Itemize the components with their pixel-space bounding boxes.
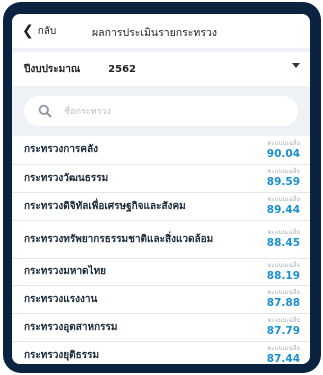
back-label: กลับ <box>37 25 57 37</box>
score-caption: คะแนนเฉลี่ย <box>267 196 300 203</box>
score-caption: คะแนนเฉลี่ย <box>267 261 300 269</box>
caret-down-icon <box>292 63 300 68</box>
ministry-name: กระทรวงแรงงาน <box>24 293 98 305</box>
fiscal-year-value: 2562 <box>108 63 136 75</box>
score-value: 88.19 <box>266 269 300 282</box>
ministry-name: กระทรวงการคลัง <box>24 144 98 155</box>
ministry-name: กระทรวงมหาดไทย <box>24 266 107 277</box>
ministry-list: กระทรวงการคลัง คะแนนเฉลี่ย 90.04 กระทรวง… <box>12 136 310 364</box>
top-bar: ❮ กลับ ผลการประเมินรายกระทรวง <box>12 14 310 48</box>
score-value: 87.44 <box>266 353 300 364</box>
ministry-name: กระทรวงดิจิทัลเพื่อเศรษฐกิจและสังคม <box>24 200 186 212</box>
score-block: คะแนนเฉลี่ย 89.44 <box>267 196 300 217</box>
score-caption: คะแนนเฉลี่ย <box>267 139 300 147</box>
score-block: คะแนนเฉลี่ย 87.44 <box>267 345 300 364</box>
fiscal-year-select[interactable]: ปีงบประมาณ 2562 <box>12 52 310 86</box>
score-value: 89.44 <box>266 204 300 216</box>
ministry-name: กระทรวงทรัพยากรธรรมชาติและสิ่งแวดล้อม <box>24 233 214 245</box>
score-caption: คะแนนเฉลี่ย <box>267 289 300 296</box>
score-caption: คะแนนเฉลี่ย <box>267 317 300 324</box>
score-block: คะแนนเฉลี่ย 87.88 <box>267 289 300 310</box>
score-block: คะแนนเฉลี่ย 88.45 <box>267 229 300 250</box>
page-title: ผลการประเมินรายกระทรวง <box>92 27 218 39</box>
search-input[interactable]: ชื่อกระทรวง <box>24 96 298 126</box>
ministry-name: กระทรวงยุติธรรม <box>24 349 100 361</box>
phone-frame: ❮ กลับ ผลการประเมินรายกระทรวง ปีงบประมาณ… <box>3 2 321 373</box>
list-item[interactable]: กระทรวงแรงงาน คะแนนเฉลี่ย 87.88 <box>12 286 310 314</box>
ministry-name: กระทรวงวัฒนธรรม <box>24 172 109 184</box>
score-value: 89.59 <box>266 176 300 188</box>
score-value: 87.88 <box>266 297 300 309</box>
app-screen: ❮ กลับ ผลการประเมินรายกระทรวง ปีงบประมาณ… <box>12 14 310 364</box>
score-value: 88.45 <box>266 237 300 249</box>
fiscal-year-label: ปีงบประมาณ <box>24 63 81 75</box>
score-block: คะแนนเฉลี่ย 89.59 <box>267 168 300 189</box>
list-item[interactable]: กระทรวงมหาดไทย คะแนนเฉลี่ย 88.19 <box>12 259 310 286</box>
list-item[interactable]: กระทรวงอุตสาหกรรม คะแนนเฉลี่ย 87.79 <box>12 314 310 342</box>
score-block: คะแนนเฉลี่ย 90.04 <box>267 140 300 161</box>
score-value: 90.04 <box>266 147 300 160</box>
search-placeholder: ชื่อกระทรวง <box>64 107 111 117</box>
chevron-left-icon: ❮ <box>22 23 34 39</box>
list-item[interactable]: กระทรวงทรัพยากรธรรมชาติและสิ่งแวดล้อม คะ… <box>12 221 310 259</box>
score-caption: คะแนนเฉลี่ย <box>267 345 300 352</box>
ministry-name: กระทรวงอุตสาหกรรม <box>24 321 118 333</box>
search-icon <box>38 104 52 118</box>
list-item[interactable]: กระทรวงวัฒนธรรม คะแนนเฉลี่ย 89.59 <box>12 165 310 193</box>
score-block: คะแนนเฉลี่ย 88.19 <box>267 262 300 283</box>
back-button[interactable]: ❮ กลับ <box>22 24 56 39</box>
list-item[interactable]: กระทรวงการคลัง คะแนนเฉลี่ย 90.04 <box>12 136 310 165</box>
score-block: คะแนนเฉลี่ย 87.79 <box>267 317 300 338</box>
score-value: 87.79 <box>266 325 300 337</box>
list-item[interactable]: กระทรวงยุติธรรม คะแนนเฉลี่ย 87.44 <box>12 342 310 364</box>
list-item[interactable]: กระทรวงดิจิทัลเพื่อเศรษฐกิจและสังคม คะแน… <box>12 193 310 221</box>
score-caption: คะแนนเฉลี่ย <box>267 229 300 236</box>
score-caption: คะแนนเฉลี่ย <box>267 168 300 175</box>
